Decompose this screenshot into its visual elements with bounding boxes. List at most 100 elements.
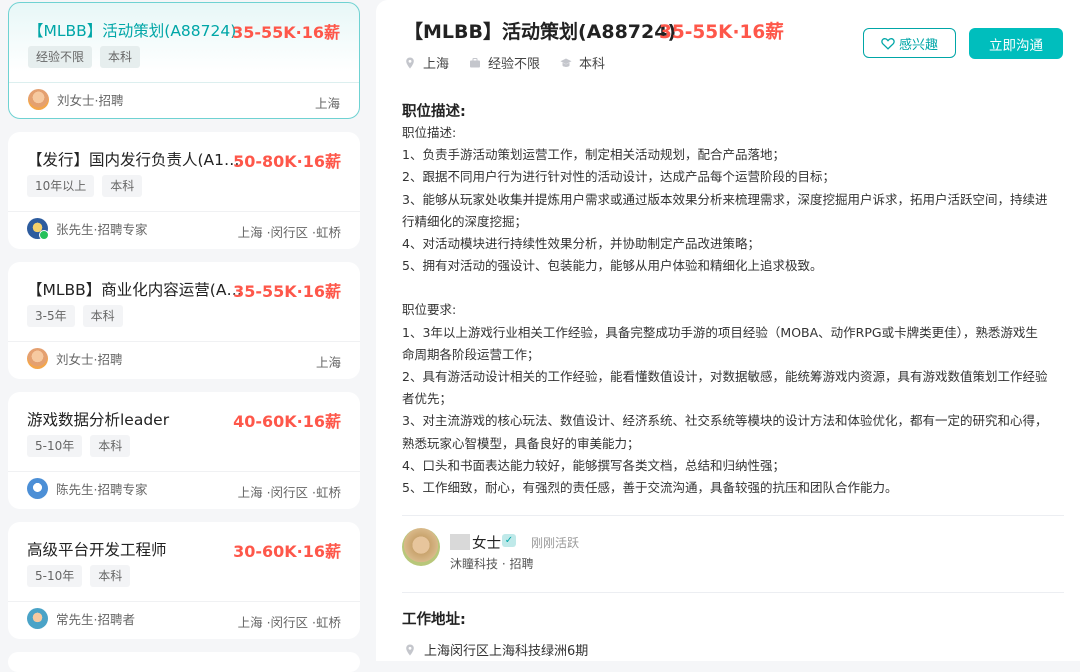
work-address: 上海闵行区上海科技绿洲6期 — [404, 640, 588, 659]
avatar — [27, 218, 49, 240]
interest-button[interactable]: 感兴趣 — [863, 28, 956, 58]
recruiter-name: 常先生·招聘者 — [56, 612, 135, 627]
recruiter-info: 刘女士·招聘 — [28, 89, 123, 110]
desc-line: 2、跟据不同用户行为进行针对性的活动设计，达成产品每个运营阶段的目标； — [402, 169, 835, 185]
job-card-tags: 5-10年 本科 — [27, 565, 131, 587]
tag-experience: 5-10年 — [27, 565, 83, 587]
tag-degree: 本科 — [102, 175, 143, 197]
location-pin-icon — [406, 644, 414, 655]
avatar — [27, 608, 48, 629]
req-line: 熟悉玩家心智模型，具备良好的审美能力； — [402, 435, 640, 451]
recruiter-info: 陈先生·招聘专家 — [27, 478, 147, 499]
boss-company: 沐瞳科技 · 招聘 — [450, 557, 534, 571]
job-detail-panel: 【MLBB】活动策划(A88724) 35-55K·16薪 上海 经验不限 本科… — [376, 0, 1080, 661]
briefcase-icon — [470, 57, 481, 67]
tag-experience: 5-10年 — [27, 435, 83, 457]
recruiter-info: 刘女士·招聘 — [27, 348, 122, 369]
work-address-text: 上海闵行区上海科技绿洲6期 — [424, 644, 589, 659]
tag-experience: 10年以上 — [27, 175, 95, 197]
tag-degree: 本科 — [90, 435, 131, 457]
online-indicator — [39, 230, 49, 240]
req-line: 1、3年以上游戏行业相关工作经验，具备完整成功手游的项目经验（MOBA、动作RP… — [402, 324, 1038, 340]
desc-line: 4、对活动模块进行持续性效果分析，并协助制定产品改进策略； — [402, 236, 760, 252]
job-card-location: 上海 — [314, 96, 340, 111]
job-card-title: 【发行】国内发行负责人(A114… — [27, 151, 247, 169]
desc-line: 行精细化的深度挖掘； — [402, 213, 528, 229]
tag-experience: 3-5年 — [27, 305, 75, 327]
recruiter-name: 刘女士·招聘 — [57, 93, 124, 108]
location-pin-icon — [406, 57, 414, 68]
avatar — [28, 89, 49, 110]
meta-experience-text: 经验不限 — [488, 57, 541, 72]
job-card-location: 上海 ·闵行区 ·虹桥 — [237, 615, 341, 630]
meta-degree-text: 本科 — [579, 57, 606, 72]
card-divider — [8, 601, 360, 602]
recruiter-info: 常先生·招聘者 — [27, 608, 135, 629]
job-card-location: 上海 — [315, 355, 341, 370]
section-divider — [402, 515, 1064, 516]
avatar — [27, 348, 48, 369]
job-detail-salary: 35-55K·16薪 — [659, 22, 784, 43]
desc-line: 5、拥有对活动的强设计、包装能力，能够从用户体验和精细化上追求极致。 — [402, 258, 823, 274]
tag-degree: 本科 — [100, 46, 141, 68]
req-line: 3、对主流游戏的核心玩法、数值设计、经济系统、社交系统等模块的设计方法和体验优化… — [402, 413, 1048, 429]
tag-degree: 本科 — [90, 565, 131, 587]
meta-city-text: 上海 — [423, 57, 450, 72]
desc-line: 3、能够从玩家处收集并提炼用户需求或通过版本效果分析来梳理需求，深度挖掘用户诉求… — [402, 191, 1048, 207]
chat-now-button[interactable]: 立即沟通 — [969, 28, 1063, 59]
job-meta: 上海 经验不限 本科 — [404, 53, 605, 72]
recruiter-name: 陈先生·招聘专家 — [56, 482, 148, 497]
tag-experience: 经验不限 — [28, 46, 93, 68]
req-line: 2、具有游活动设计相关的工作经验，能看懂数值设计，对数据敏感，能统筹游戏内资源，… — [402, 369, 1048, 385]
description-heading: 职位描述: — [402, 104, 466, 120]
recruiter-name: 刘女士·招聘 — [56, 352, 123, 367]
job-card-salary: 30-60K·16薪 — [233, 542, 341, 561]
active-status: 刚刚活跃 — [531, 536, 580, 550]
job-card-tags: 10年以上 本科 — [27, 175, 143, 197]
recruiter-name: 张先生·招聘专家 — [56, 222, 148, 237]
recruiter-info: 张先生·招聘专家 — [27, 218, 148, 240]
avatar — [27, 478, 48, 499]
job-card-salary: 35-55K·16薪 — [232, 23, 340, 42]
job-list: 【MLBB】活动策划(A88724) 35-55K·16薪 经验不限 本科 刘女… — [0, 0, 368, 672]
job-card-salary: 50-80K·16薪 — [233, 152, 341, 171]
job-card-title: 【MLBB】商业化内容运营(A7… — [27, 281, 247, 299]
req-line: 4、口头和书面表达能力较好，能够撰写各类文档，总结和归纳性强； — [402, 457, 785, 473]
card-divider — [8, 211, 360, 212]
req-line: 职位要求: — [402, 302, 457, 318]
tag-degree: 本科 — [82, 305, 123, 327]
boss-name-text: 女士 — [472, 536, 501, 552]
graduation-cap-icon — [560, 58, 572, 67]
job-description: 职位描述: 1、负责手游活动策划运营工作，制定相关活动规划，配合产品落地； 2、… — [402, 122, 1064, 499]
job-detail-title: 【MLBB】活动策划(A88724) — [404, 21, 677, 43]
job-card[interactable]: 高级平台开发工程师 30-60K·16薪 5-10年 本科 常先生·招聘者 上海… — [8, 522, 360, 639]
job-card[interactable]: 【MLBB】活动策划(A88724) 35-55K·16薪 经验不限 本科 刘女… — [8, 2, 360, 119]
job-card[interactable]: 游戏数据分析leader 40-60K·16薪 5-10年 本科 陈先生·招聘专… — [8, 392, 360, 509]
job-card-tags: 经验不限 本科 — [28, 46, 141, 68]
job-card-tags: 3-5年 本科 — [27, 305, 123, 327]
meta-degree: 本科 — [560, 53, 605, 72]
boss-name: 女士 — [450, 532, 501, 553]
job-card-title: 游戏数据分析leader — [27, 411, 170, 429]
job-card-salary: 35-55K·16薪 — [233, 282, 341, 301]
job-card-location: 上海 ·闵行区 ·虹桥 — [237, 485, 341, 500]
section-divider — [402, 592, 1064, 593]
heart-icon — [881, 37, 895, 50]
req-line: 命周期各阶段运营工作； — [402, 346, 540, 362]
meta-experience: 经验不限 — [469, 53, 540, 72]
card-divider — [8, 341, 360, 342]
verified-icon: ✓ — [502, 534, 516, 547]
meta-city: 上海 — [404, 53, 449, 72]
job-card[interactable] — [8, 652, 360, 672]
desc-line: 职位描述: — [402, 125, 457, 140]
card-divider — [9, 82, 359, 83]
job-card-title: 【MLBB】活动策划(A88724) — [28, 22, 237, 40]
job-card-tags: 5-10年 本科 — [27, 435, 131, 457]
avatar[interactable] — [402, 528, 440, 566]
job-card-salary: 40-60K·16薪 — [233, 412, 341, 431]
blurred-name-part — [450, 534, 470, 550]
job-card-title: 高级平台开发工程师 — [27, 541, 167, 559]
job-card-location: 上海 ·闵行区 ·虹桥 — [237, 225, 341, 240]
job-card[interactable]: 【发行】国内发行负责人(A114… 50-80K·16薪 10年以上 本科 张先… — [8, 132, 360, 249]
job-card[interactable]: 【MLBB】商业化内容运营(A7… 35-55K·16薪 3-5年 本科 刘女士… — [8, 262, 360, 379]
